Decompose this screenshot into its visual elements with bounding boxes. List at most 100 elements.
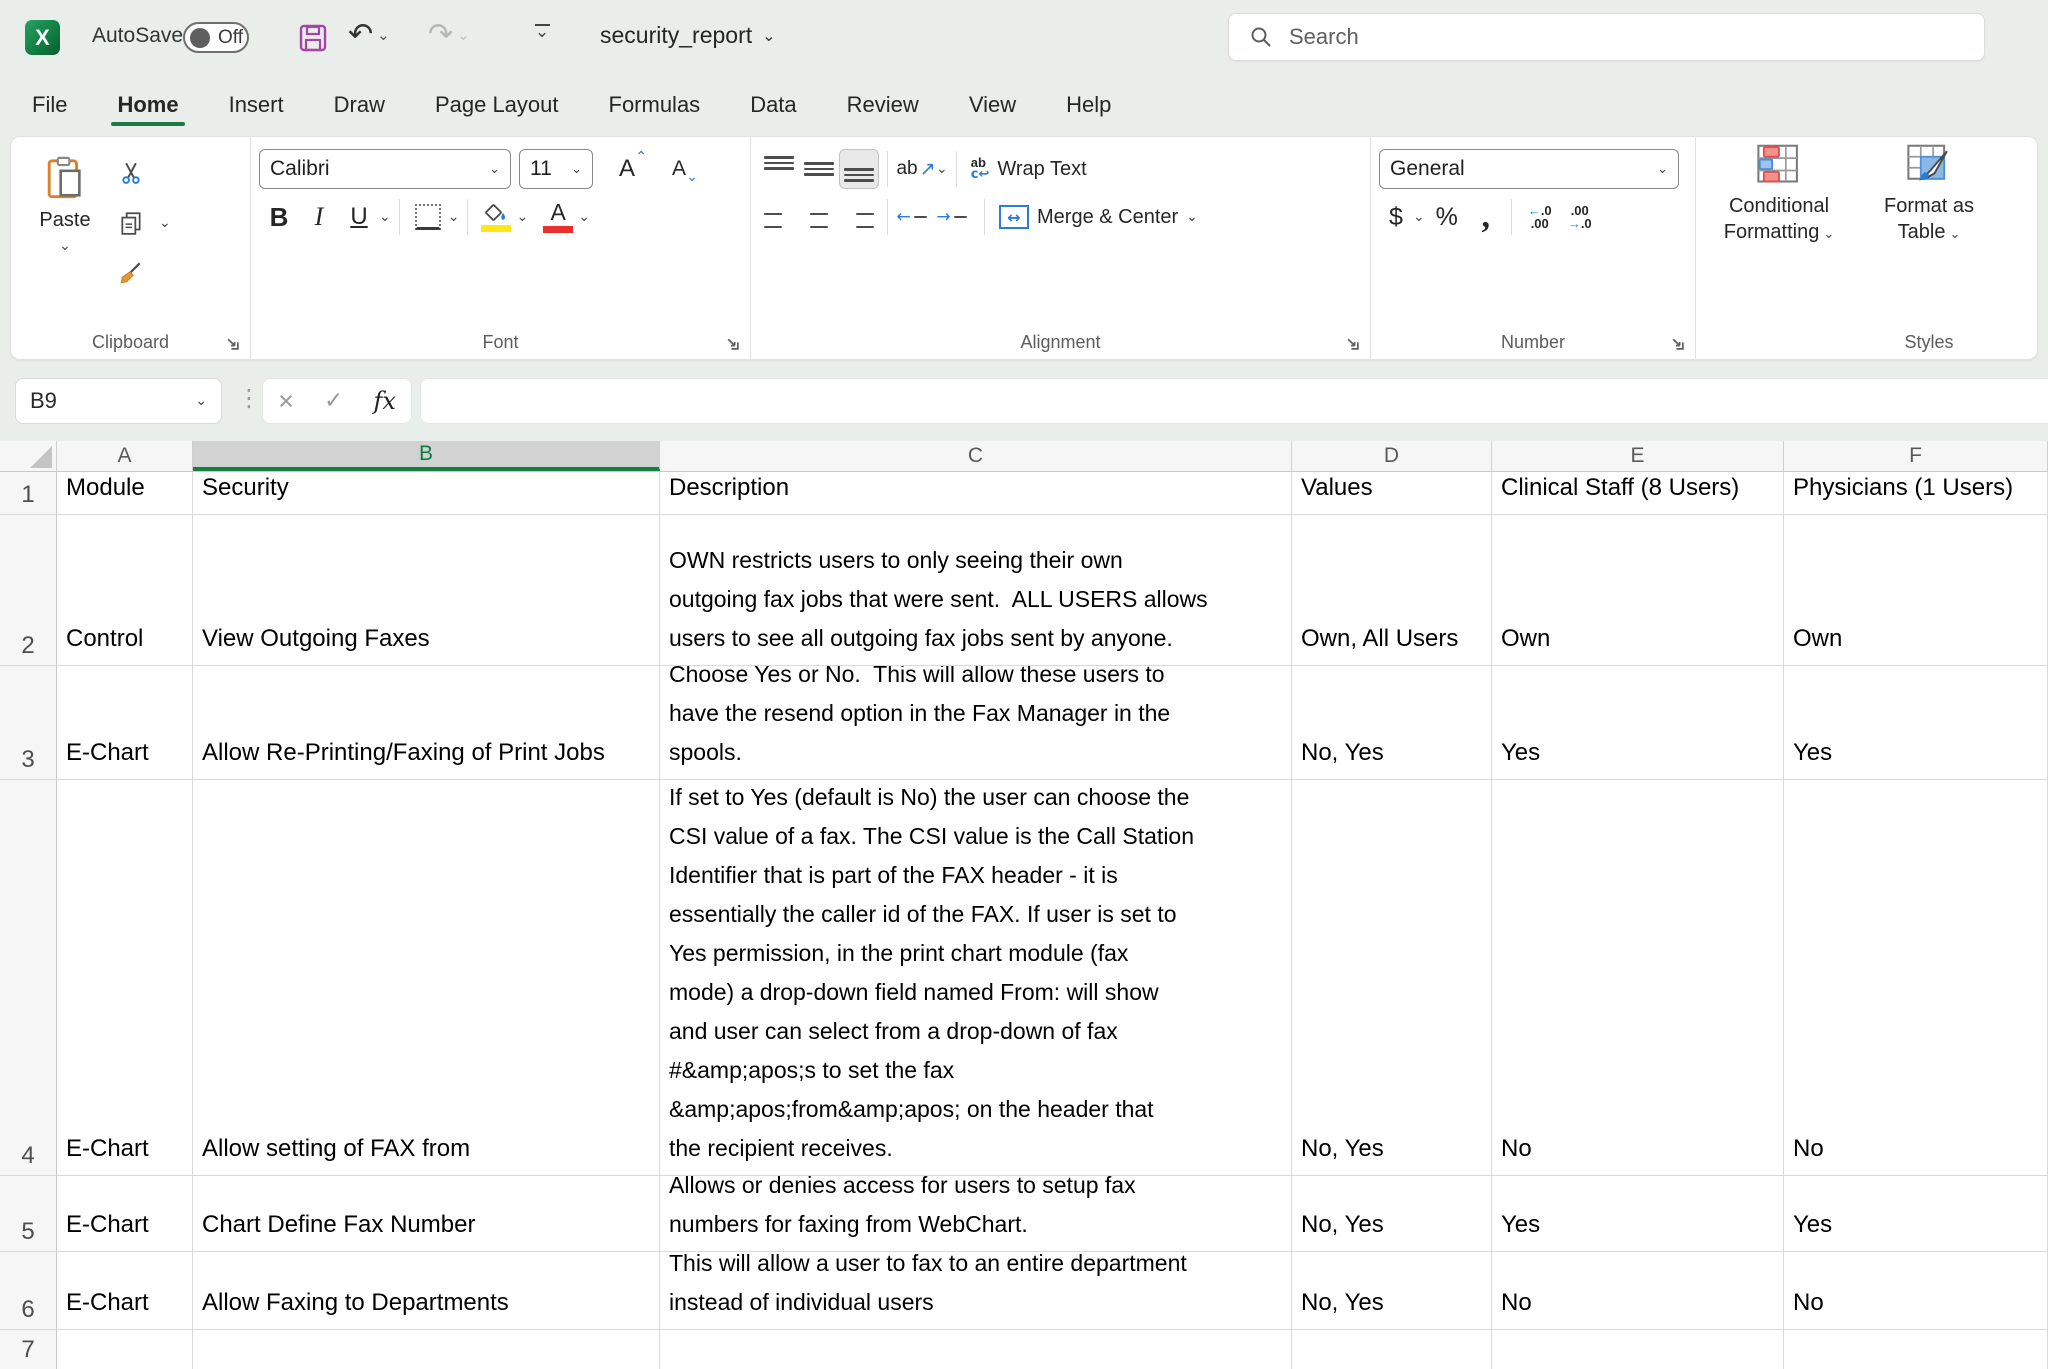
format-painter-button[interactable] [111,253,151,293]
cell-d4[interactable]: No, Yes [1292,780,1492,1176]
cell-f5[interactable]: Yes [1784,1176,2048,1252]
underline-chevron-icon[interactable]: ⌄ [379,209,391,225]
cell-b7[interactable] [193,1330,660,1369]
cell-e5[interactable]: Yes [1492,1176,1784,1252]
tab-file[interactable]: File [30,82,69,128]
select-all-corner[interactable] [0,441,57,471]
cell-b4[interactable]: Allow setting of FAX from [193,780,660,1176]
column-header-a[interactable]: A [57,441,193,471]
insert-function-fx-icon[interactable]: fx [373,387,395,415]
column-header-d[interactable]: D [1292,441,1492,471]
increase-decimal-button[interactable]: ←.0.00 [1520,197,1560,237]
cell-a4[interactable]: E-Chart [57,780,193,1176]
cell-e4[interactable]: No [1492,780,1784,1176]
tab-help[interactable]: Help [1064,82,1113,128]
cut-button[interactable] [111,153,151,193]
save-button[interactable] [297,22,329,54]
row-header-4[interactable]: 4 [0,780,57,1176]
align-left-button[interactable] [759,197,799,237]
cell-d5[interactable]: No, Yes [1292,1176,1492,1252]
accounting-chevron-icon[interactable]: ⌄ [1413,209,1425,225]
column-header-b[interactable]: B [193,441,660,471]
search-input[interactable]: Search [1228,13,1985,61]
row-header-3[interactable]: 3 [0,666,57,780]
tab-draw[interactable]: Draw [332,82,387,128]
font-color-button[interactable]: A [538,197,578,237]
increase-indent-button[interactable]: → [936,197,976,237]
column-header-c[interactable]: C [660,441,1292,471]
copy-chevron-icon[interactable]: ⌄ [159,215,171,231]
cell-b1[interactable]: Security [193,472,660,515]
customize-quick-access-toolbar-button[interactable]: ⌄ [532,24,552,42]
row-header-7[interactable]: 7 [0,1330,57,1369]
cell-c1[interactable]: Description [660,472,1292,515]
cell-f2[interactable]: Own [1784,515,2048,666]
fill-color-button[interactable] [476,197,516,237]
merge-center-button[interactable]: ↔ Merge & Center ⌄ [993,197,1204,237]
cell-d1[interactable]: Values [1292,472,1492,515]
middle-align-button[interactable] [799,149,839,189]
cell-d6[interactable]: No, Yes [1292,1252,1492,1330]
cell-e1[interactable]: Clinical Staff (8 Users) [1492,472,1784,515]
cell-a7[interactable] [57,1330,193,1369]
format-as-table-button[interactable]: Format as Table⌄ [1854,143,2004,325]
number-dialog-launcher-icon[interactable] [1670,336,1685,351]
cell-d7[interactable] [1292,1330,1492,1369]
cell-styles-button[interactable]: Cell Styles⌄ [2004,143,2038,325]
fill-color-chevron-icon[interactable]: ⌄ [516,209,528,225]
tab-data[interactable]: Data [748,82,798,128]
tab-review[interactable]: Review [845,82,921,128]
conditional-formatting-button[interactable]: Conditional Formatting⌄ [1704,143,1854,325]
document-title-button[interactable]: security_report ⌄ [600,22,776,49]
cell-c4[interactable]: If set to Yes (default is No) the user c… [660,780,1292,1176]
tab-page-layout[interactable]: Page Layout [433,82,561,128]
cell-c2[interactable]: OWN restricts users to only seeing their… [660,515,1292,666]
orientation-button[interactable]: ab↗ [896,149,936,189]
number-format-select[interactable]: General ⌄ [1379,149,1679,189]
increase-font-size-button[interactable]: A⌃ [607,149,647,189]
font-color-chevron-icon[interactable]: ⌄ [578,209,590,225]
cell-e2[interactable]: Own [1492,515,1784,666]
cell-b2[interactable]: View Outgoing Faxes [193,515,660,666]
orientation-chevron-icon[interactable]: ⌄ [936,161,948,177]
cell-f6[interactable]: No [1784,1252,2048,1330]
cell-c5[interactable]: Allows or denies access for users to set… [660,1176,1292,1252]
clipboard-dialog-launcher-icon[interactable] [225,336,240,351]
bottom-align-button[interactable] [839,149,879,189]
cell-e6[interactable]: No [1492,1252,1784,1330]
tab-home[interactable]: Home [115,82,180,128]
autosave-toggle[interactable]: Off [183,22,249,53]
decrease-font-size-button[interactable]: A⌄ [659,149,699,189]
cell-e7[interactable] [1492,1330,1784,1369]
decrease-indent-button[interactable]: ← [896,197,936,237]
cell-f4[interactable]: No [1784,780,2048,1176]
formula-bar-drag-handle[interactable]: ⋮ [237,384,261,412]
column-header-f[interactable]: F [1784,441,2048,471]
cell-d3[interactable]: No, Yes [1292,666,1492,780]
borders-button[interactable] [408,197,448,237]
cell-c3[interactable]: Choose Yes or No. This will allow these … [660,666,1292,780]
column-header-e[interactable]: E [1492,441,1784,471]
undo-button[interactable]: ↶ ⌄ [348,20,390,50]
cell-f7[interactable] [1784,1330,2048,1369]
copy-button[interactable] [111,203,151,243]
cell-f1[interactable]: Physicians (1 Users) [1784,472,2048,515]
cell-a3[interactable]: E-Chart [57,666,193,780]
paste-chevron-icon[interactable]: ⌄ [59,238,71,254]
cell-a5[interactable]: E-Chart [57,1176,193,1252]
cell-c6[interactable]: This will allow a user to fax to an enti… [660,1252,1292,1330]
tab-view[interactable]: View [967,82,1018,128]
percent-style-button[interactable]: % [1425,197,1469,237]
row-header-2[interactable]: 2 [0,515,57,666]
redo-button[interactable]: ↷ ⌄ [428,20,470,50]
align-center-button[interactable] [799,197,839,237]
cell-c7[interactable] [660,1330,1292,1369]
undo-dropdown-chevron-icon[interactable]: ⌄ [377,26,390,44]
cell-e3[interactable]: Yes [1492,666,1784,780]
cell-a1[interactable]: Module [57,472,193,515]
alignment-dialog-launcher-icon[interactable] [1345,336,1360,351]
cell-d2[interactable]: Own, All Users [1292,515,1492,666]
cell-a2[interactable]: Control [57,515,193,666]
cell-a6[interactable]: E-Chart [57,1252,193,1330]
accounting-format-button[interactable]: $ [1379,197,1413,237]
